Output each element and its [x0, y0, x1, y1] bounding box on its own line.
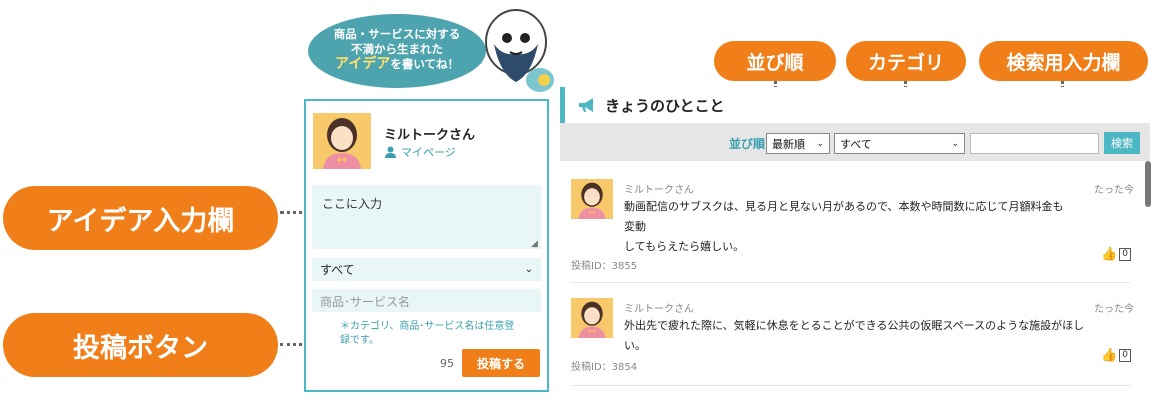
- like-count: 0: [1119, 349, 1131, 362]
- bubble-line3: アイデアを書いてね！: [308, 57, 486, 72]
- resize-handle-icon[interactable]: ◢: [531, 239, 538, 249]
- feed-category-value: すべて: [840, 137, 872, 151]
- post-body-line: 外出先で疲れた際に、気軽に休息をとることができる公共の仮眠スペースのような施設が…: [624, 319, 1085, 352]
- callout-category: カテゴリ: [846, 41, 966, 81]
- optional-note: ＊カテゴリ、商品･サービス名は任意登録です。: [340, 321, 515, 346]
- sort-select-value: 最新順: [772, 137, 805, 151]
- chevron-down-icon: ⌄: [951, 138, 959, 149]
- post-id: 投稿ID：3855: [571, 261, 638, 272]
- mypage-link[interactable]: マイページ: [385, 144, 456, 160]
- mypage-label: マイページ: [401, 146, 456, 159]
- callout-post-button: 投稿ボタン: [3, 313, 278, 377]
- post-author: ミルトークさん: [624, 304, 694, 315]
- mascot-illustration: [485, 9, 554, 92]
- post-avatar: [571, 179, 613, 219]
- category-select[interactable]: すべて ⌄: [312, 258, 541, 281]
- chevron-down-icon: ⌄: [524, 264, 533, 275]
- post-body: 動画配信のサブスクは、見る月と見ない月があるので、本数や時間数に応じて月額料金も…: [624, 197, 1064, 257]
- megaphone-icon: [579, 98, 593, 112]
- post-body-line: 動画配信のサブスクは、見る月と見ない月があるので、本数や時間数に応じて月額料金も…: [624, 200, 1064, 233]
- post-divider: [570, 385, 1130, 386]
- sort-select[interactable]: 最新順 ⌄: [766, 133, 830, 154]
- sort-label: 並び順: [729, 137, 766, 151]
- user-icon: [385, 146, 396, 158]
- post-time: たった今: [1094, 304, 1134, 315]
- user-name: ミルトークさん: [384, 124, 475, 143]
- like-button[interactable]: 👍 0: [1101, 247, 1131, 262]
- thumbs-up-icon: 👍: [1101, 348, 1118, 363]
- avatar-face-icon: [571, 298, 613, 338]
- user-name-text: ミルトークさん: [384, 128, 476, 143]
- category-select-value: すべて: [320, 263, 355, 277]
- like-button[interactable]: 👍 0: [1101, 348, 1131, 363]
- post-id: 投稿ID：3854: [571, 362, 638, 373]
- user-avatar[interactable]: [313, 113, 371, 169]
- feed-category-select[interactable]: すべて ⌄: [834, 133, 965, 154]
- post-avatar: [571, 298, 613, 338]
- bubble-highlight: アイデア: [335, 56, 391, 72]
- post-author: ミルトークさん: [624, 185, 694, 196]
- avatar-face-icon: [313, 113, 371, 169]
- scrollbar[interactable]: [1145, 161, 1151, 207]
- thumbs-up-icon: 👍: [1101, 247, 1118, 262]
- bubble-line1: 商品・サービスに対する: [333, 27, 461, 41]
- search-button[interactable]: 検索: [1104, 132, 1140, 154]
- post-body: 外出先で疲れた際に、気軽に休息をとることができる公共の仮眠スペースのような施設が…: [624, 316, 1104, 356]
- char-count: 95: [440, 357, 454, 370]
- submit-post-button[interactable]: 投稿する: [462, 349, 540, 377]
- idea-input[interactable]: ここに入力: [312, 185, 541, 249]
- chevron-down-icon: ⌄: [816, 138, 824, 149]
- product-name-input[interactable]: 商品･サービス名: [312, 289, 541, 312]
- avatar-face-icon: [571, 179, 613, 219]
- feed-header: きょうのひとこと: [560, 87, 1150, 123]
- post-body-line: してもらえたら嬉しい。: [624, 240, 745, 253]
- post-divider: [570, 282, 1130, 283]
- like-count: 0: [1119, 248, 1131, 261]
- callout-search: 検索用入力欄: [979, 41, 1148, 81]
- post-time: たった今: [1094, 185, 1134, 196]
- feed-title: きょうのひとこと: [605, 96, 725, 115]
- bubble-line2: 不満から生まれた: [351, 42, 443, 56]
- callout-sort: 並び順: [714, 41, 836, 81]
- callout-idea-input: アイデア入力欄: [3, 186, 278, 250]
- bubble-line3-rest: を書いてね！: [390, 57, 459, 71]
- speech-bubble: 商品・サービスに対する 不満から生まれた アイデアを書いてね！: [308, 14, 486, 88]
- search-input[interactable]: [970, 133, 1099, 154]
